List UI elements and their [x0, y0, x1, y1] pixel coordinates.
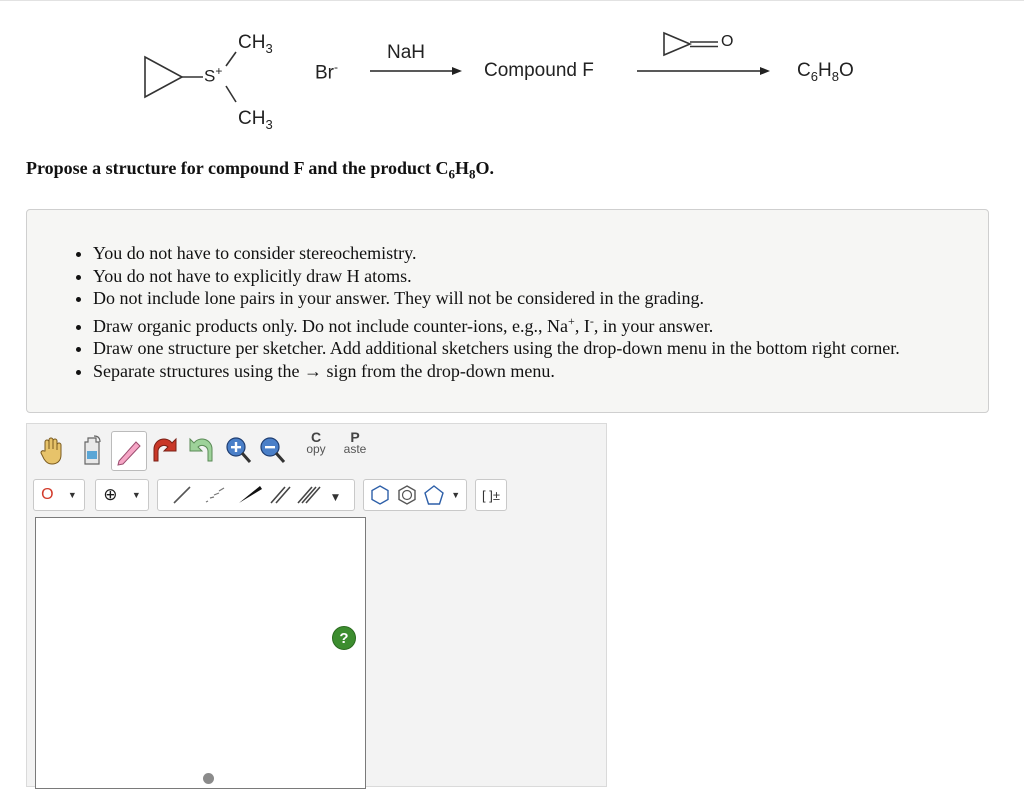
instruction-item: You do not have to explicitly draw H ato…: [93, 265, 900, 288]
hexagon-ring-icon[interactable]: [370, 484, 390, 506]
zoom-out-icon[interactable]: [257, 431, 287, 469]
copy-label-bottom: opy: [306, 442, 326, 456]
chevron-down-icon: ▼: [451, 490, 461, 500]
canvas-cursor-dot: [203, 773, 214, 784]
ch3-top-label: CH3: [238, 32, 273, 56]
ch3-bottom-label: CH3: [238, 108, 273, 132]
paste-button[interactable]: P aste: [342, 430, 368, 467]
instruction-item: You do not have to consider stereochemis…: [93, 242, 900, 265]
charge-select[interactable]: ⊕ ▼: [95, 479, 149, 511]
instructions-list: You do not have to consider stereochemis…: [27, 242, 900, 383]
pen-icon[interactable]: [111, 431, 147, 471]
charge-symbol: ⊕: [103, 485, 118, 504]
instructions-panel: You do not have to consider stereochemis…: [26, 209, 989, 413]
instruction-item: Do not include lone pairs in your answer…: [93, 287, 900, 310]
wedge-bond-icon[interactable]: [239, 486, 262, 503]
triple-bond-icon[interactable]: [297, 486, 321, 504]
atom-selected-label: O: [41, 486, 54, 503]
drawing-canvas[interactable]: ?: [35, 517, 366, 789]
paste-label-bottom: aste: [343, 442, 367, 456]
bond-select[interactable]: ▼: [157, 479, 355, 511]
atom-select[interactable]: O ▼: [33, 479, 85, 511]
undo-icon[interactable]: [149, 431, 183, 469]
instruction-item: Draw one structure per sketcher. Add add…: [93, 337, 900, 360]
ring-select[interactable]: ▼: [363, 479, 467, 511]
s-ch3-bottom-bond: [225, 85, 237, 103]
redo-icon[interactable]: [183, 431, 217, 469]
instruction-item: Separate structures using the → sign fro…: [93, 360, 900, 383]
cyclopropanone-ring: [663, 31, 693, 57]
question-text: Propose a structure for compound F and t…: [26, 158, 495, 182]
pentagon-ring-icon[interactable]: [423, 484, 445, 506]
bond-tools: ▼: [173, 486, 339, 504]
bracket-charge-button[interactable]: [ ]±: [475, 479, 507, 511]
reaction-arrow-1-head: [452, 67, 462, 75]
eraser-bottle-icon[interactable]: [77, 431, 107, 469]
product-formula: C6H8O: [797, 60, 854, 84]
chevron-down-icon: ▼: [131, 490, 141, 500]
instruction-item: Draw organic products only. Do not inclu…: [93, 310, 900, 338]
benzene-ring-icon[interactable]: [396, 484, 418, 506]
single-bond-icon[interactable]: [173, 486, 191, 504]
oxygen-label: O: [721, 33, 734, 50]
zoom-in-icon[interactable]: [223, 431, 253, 469]
hand-icon[interactable]: [37, 431, 67, 469]
wedge-hash-bond-icon[interactable]: [205, 487, 225, 503]
chevron-down-icon[interactable]: ▼: [332, 493, 339, 503]
cyclopropyl-ring: [144, 55, 184, 99]
bromide-label: Br-: [315, 60, 338, 84]
help-button[interactable]: ?: [332, 626, 356, 650]
copy-button[interactable]: C opy: [303, 430, 329, 467]
chevron-down-icon: ▼: [67, 490, 77, 500]
nah-label: NaH: [387, 42, 426, 63]
bracket-charge-icon: [ ]±: [482, 487, 500, 503]
sulfonium-label: S+: [204, 64, 223, 86]
reaction-scheme: CH3 S+ CH3 Br- NaH Compound F O C6H8O: [0, 0, 1024, 150]
compound-f-label: Compound F: [484, 60, 594, 81]
structure-sketcher: C opy P aste O ▼ ⊕ ▼ ▼ ▼ []± ?: [26, 423, 607, 789]
reaction-arrow-2-head: [760, 67, 770, 75]
double-bond-icon[interactable]: [270, 486, 291, 504]
s-ch3-top-bond: [225, 51, 237, 67]
